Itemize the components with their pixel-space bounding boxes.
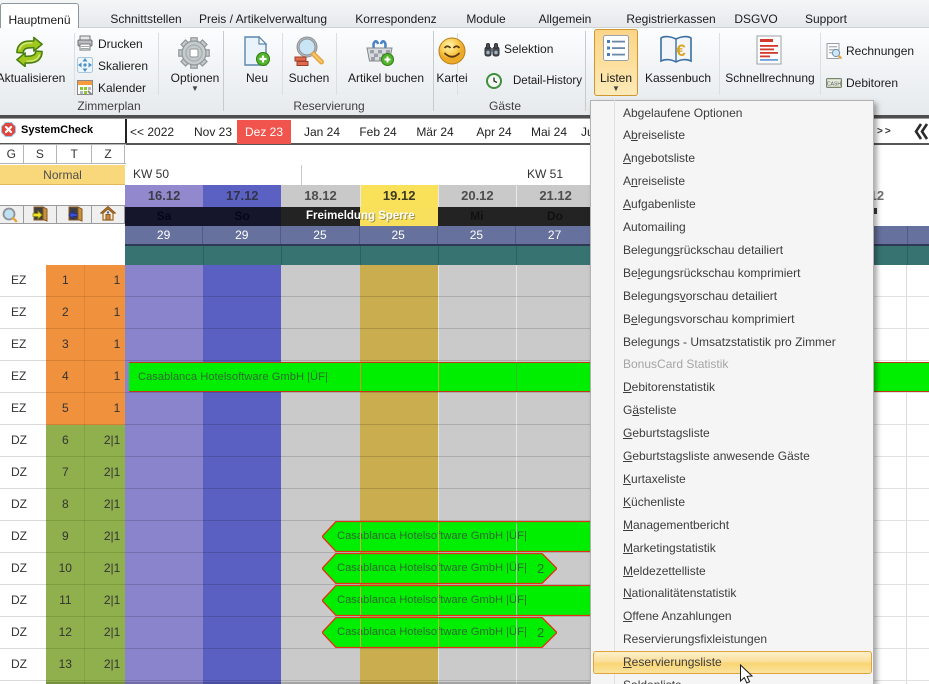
svg-text:CASH: CASH bbox=[827, 82, 841, 88]
svg-text:€: € bbox=[676, 41, 686, 60]
